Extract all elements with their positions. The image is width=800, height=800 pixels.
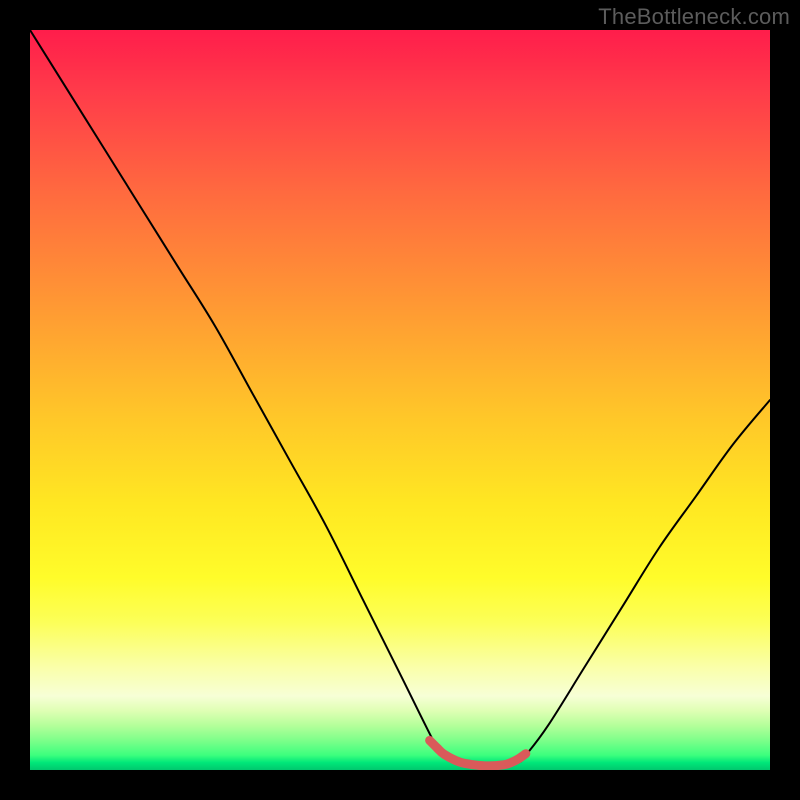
red-flat-segment [430,740,526,766]
chart-stage: TheBottleneck.com [0,0,800,800]
chart-svg [30,30,770,770]
plot-area [30,30,770,770]
black-curve [30,30,770,766]
watermark-text: TheBottleneck.com [598,4,790,30]
